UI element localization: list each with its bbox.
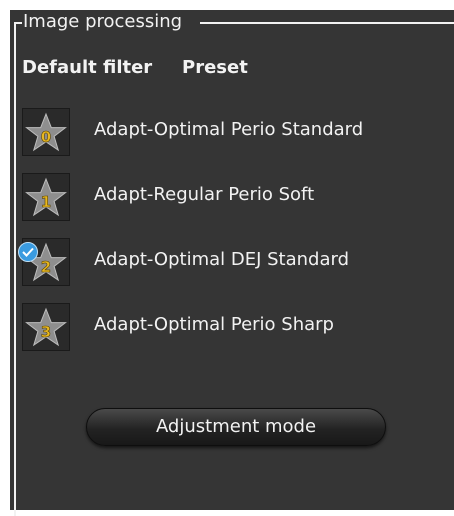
preset-row-0[interactable]: 0 Adapt-Optimal Perio Standard	[20, 108, 440, 156]
star-icon: 3	[25, 307, 67, 347]
group-box-border-left	[14, 22, 16, 516]
image-processing-panel: Image processing Default filter Preset 0…	[0, 0, 454, 516]
preset-label[interactable]: Adapt-Regular Perio Soft	[94, 183, 314, 207]
preset-3-star-icon[interactable]: 3	[22, 303, 70, 351]
group-box-border-top-left	[14, 22, 22, 24]
preset-label[interactable]: Adapt-Optimal Perio Sharp	[94, 313, 334, 337]
star-icon: 0	[25, 112, 67, 152]
preset-label[interactable]: Adapt-Optimal DEJ Standard	[94, 248, 349, 272]
adjustment-mode-button[interactable]: Adjustment mode	[86, 408, 386, 446]
default-filter-header: Default filter	[22, 57, 153, 78]
group-box-border-top-right	[200, 22, 454, 24]
preset-label[interactable]: Adapt-Optimal Perio Standard	[94, 118, 363, 142]
preset-row-1[interactable]: 1 Adapt-Regular Perio Soft	[20, 173, 440, 221]
preset-row-2[interactable]: 2 Adapt-Optimal DEJ Standard	[18, 238, 440, 286]
star-icon: 1	[25, 177, 67, 217]
checkmark-icon	[22, 247, 34, 257]
preset-number: 3	[41, 323, 51, 341]
default-filter-checkmark-icon	[18, 242, 38, 262]
preset-number: 2	[41, 258, 51, 276]
group-title: Image processing	[23, 11, 183, 32]
preset-0-star-icon[interactable]: 0	[22, 108, 70, 156]
preset-1-star-icon[interactable]: 1	[22, 173, 70, 221]
preset-number: 0	[41, 128, 51, 146]
preset-number: 1	[41, 193, 51, 211]
preset-header: Preset	[182, 57, 248, 78]
preset-row-3[interactable]: 3 Adapt-Optimal Perio Sharp	[20, 303, 440, 351]
